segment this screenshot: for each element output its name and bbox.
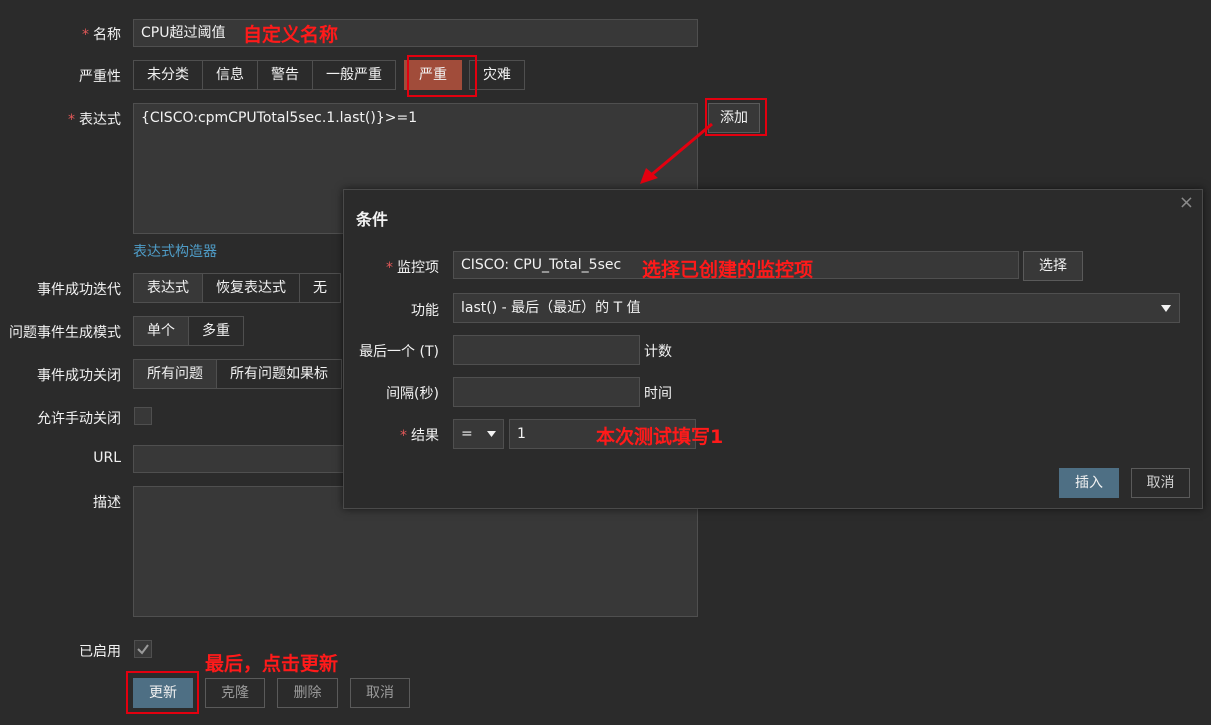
last-t-label: 最后一个 (T) <box>359 344 439 360</box>
allow-manual-close-label: 允许手动关闭 <box>37 411 121 427</box>
checkmark-icon <box>137 644 149 655</box>
function-select[interactable]: last() - 最后（最近）的 T 值 <box>453 293 1180 323</box>
highlight-severity-high <box>407 55 477 97</box>
ok-event-gen-expression[interactable]: 表达式 <box>133 273 203 303</box>
problem-gen-multiple[interactable]: 多重 <box>188 316 244 346</box>
severity-warning[interactable]: 警告 <box>257 60 313 90</box>
allow-manual-close-checkbox[interactable] <box>134 407 152 425</box>
dialog-title: 条件 <box>356 210 389 229</box>
clone-button[interactable]: 克隆 <box>205 678 265 708</box>
insert-button[interactable]: 插入 <box>1059 468 1119 498</box>
highlight-update-button <box>126 671 199 714</box>
result-operator-select[interactable]: = <box>453 419 504 449</box>
annotation-item: 选择已创建的监控项 <box>642 259 814 281</box>
result-operator-value: = <box>461 426 473 442</box>
condition-dialog: 条件 × * 监控项 CISCO: CPU_Total_5sec 选择已创建的监控… <box>343 189 1203 509</box>
function-value: last() - 最后（最近）的 T 值 <box>461 300 641 316</box>
last-t-suffix: 计数 <box>644 344 672 360</box>
function-label: 功能 <box>411 303 439 319</box>
url-label: URL <box>93 450 121 466</box>
dialog-cancel-button[interactable]: 取消 <box>1131 468 1190 498</box>
interval-label: 间隔(秒) <box>386 386 439 402</box>
ok-event-close-selector[interactable]: 所有问题 所有问题如果标 <box>133 359 342 389</box>
expression-builder-link[interactable]: 表达式构造器 <box>133 241 217 261</box>
severity-disaster[interactable]: 灾难 <box>469 60 525 90</box>
annotation-arrow <box>640 122 713 184</box>
problem-gen-mode-label: 问题事件生成模式 <box>9 325 121 341</box>
dropdown-arrow-icon <box>1161 305 1171 312</box>
problem-gen-mode-selector[interactable]: 单个 多重 <box>133 316 244 346</box>
severity-average[interactable]: 一般严重 <box>312 60 396 90</box>
enabled-label: 已启用 <box>79 644 121 660</box>
ok-event-gen-selector[interactable]: 表达式 恢复表达式 无 <box>133 273 341 303</box>
annotation-update: 最后，点击更新 <box>205 653 339 675</box>
ok-event-close-tag[interactable]: 所有问题如果标 <box>216 359 342 389</box>
interval-input[interactable] <box>453 377 640 407</box>
ok-event-gen-none[interactable]: 无 <box>299 273 341 303</box>
annotation-name: 自定义名称 <box>243 24 339 46</box>
ok-event-gen-label: 事件成功迭代 <box>37 282 121 298</box>
select-button[interactable]: 选择 <box>1023 251 1083 281</box>
severity-information[interactable]: 信息 <box>202 60 258 90</box>
ok-event-close-label: 事件成功关闭 <box>37 368 121 384</box>
interval-suffix: 时间 <box>644 386 672 402</box>
name-input[interactable]: CPU超过阈值 <box>133 19 698 47</box>
close-icon[interactable]: × <box>1179 192 1194 213</box>
result-label: * 结果 <box>400 428 439 444</box>
ok-event-close-all[interactable]: 所有问题 <box>133 359 217 389</box>
last-t-input[interactable] <box>453 335 640 365</box>
severity-not-classified[interactable]: 未分类 <box>133 60 203 90</box>
severity-label: 严重性 <box>79 69 121 85</box>
delete-button[interactable]: 删除 <box>277 678 338 708</box>
dropdown-arrow-icon <box>487 431 496 437</box>
item-label: * 监控项 <box>386 260 439 276</box>
enabled-checkbox[interactable] <box>134 640 152 658</box>
description-label: 描述 <box>93 495 121 511</box>
cancel-button[interactable]: 取消 <box>350 678 410 708</box>
annotation-result: 本次测试填写1 <box>596 426 724 448</box>
expression-label: * 表达式 <box>68 112 121 128</box>
name-label: * 名称 <box>82 27 121 43</box>
problem-gen-single[interactable]: 单个 <box>133 316 189 346</box>
ok-event-gen-recovery[interactable]: 恢复表达式 <box>202 273 300 303</box>
